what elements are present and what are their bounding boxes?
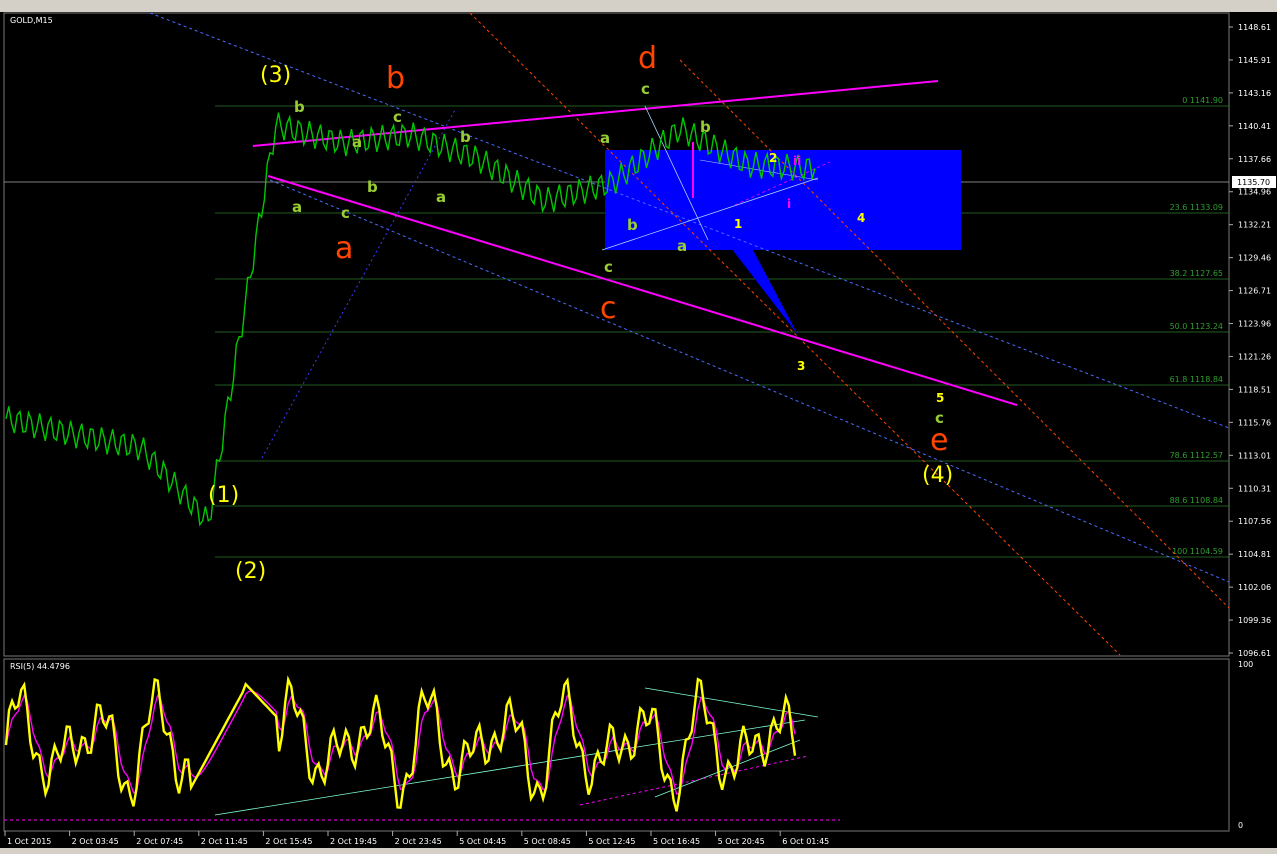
roman-i-label: i (787, 197, 791, 211)
time-tick-label: 2 Oct 19:45 (330, 837, 377, 846)
time-tick-label: 2 Oct 11:45 (201, 837, 248, 846)
rsi-trendline-2 (644, 687, 819, 718)
minor-a-5: a (677, 237, 687, 255)
target-zone-box (605, 150, 961, 250)
minor-c-5: c (935, 409, 944, 427)
time-axis: 1 Oct 2015 2 Oct 03:45 2 Oct 07:45 2 Oct 11… (4, 831, 829, 846)
current-price-label: 1135.70 (1237, 178, 1270, 187)
price-tick-label: 1137.66 (1238, 155, 1271, 164)
sub-wave-1: 1 (734, 217, 742, 231)
minor-a-3: a (436, 188, 446, 206)
fib-label: 0 1141.90 (1182, 96, 1223, 105)
price-tick-label: 1110.31 (1238, 484, 1271, 493)
wave-2-label: (2) (235, 559, 266, 584)
price-tick-label: 1140.41 (1238, 122, 1271, 131)
minor-a-4: a (600, 129, 610, 147)
minor-c-1: c (341, 204, 350, 222)
minor-c-4: c (604, 258, 613, 276)
minor-a-1: a (292, 198, 302, 216)
rsi-moving-average (5, 690, 796, 795)
minor-b-1: b (294, 98, 305, 116)
wave-c-label: c (600, 291, 617, 326)
orange-channel-line-2 (679, 59, 1230, 609)
time-tick-label: 1 Oct 2015 (7, 837, 51, 846)
time-tick-label: 5 Oct 08:45 (524, 837, 571, 846)
fib-label: 23.6 1133.09 (1170, 203, 1223, 212)
time-tick-label: 5 Oct 04:45 (459, 837, 506, 846)
rsi-axis: 100 0 (1238, 660, 1253, 830)
price-tick-label: 1132.21 (1238, 221, 1271, 230)
time-tick-label: 2 Oct 03:45 (72, 837, 119, 846)
rsi-label: RSI(5) 44.4796 (10, 662, 70, 671)
time-tick-label: 2 Oct 15:45 (265, 837, 312, 846)
minor-b-3: b (460, 128, 471, 146)
price-tick-label: 1118.51 (1238, 385, 1271, 394)
rsi-support-line (579, 755, 809, 806)
price-tick-label: 1123.96 (1238, 320, 1271, 329)
window-bottom-bar (0, 848, 1277, 854)
wave-3-label: (3) (260, 63, 291, 88)
time-tick-label: 5 Oct 12:45 (588, 837, 635, 846)
sub-wave-2: 2 (769, 151, 777, 165)
orange-channel-line-1 (469, 12, 1121, 656)
chart-area[interactable]: 0 1141.90 23.6 1133.09 38.2 1127.65 50.0 11… (0, 0, 1277, 854)
sub-wave-4: 4 (857, 211, 865, 225)
wave-1-label: (1) (208, 483, 239, 508)
minor-c-2: c (393, 108, 402, 126)
price-tick-label: 1115.76 (1238, 418, 1271, 427)
roman-ii-label: ii (793, 154, 801, 168)
price-tick-label: 1143.16 (1238, 89, 1271, 98)
wave-b-label: b (386, 61, 405, 96)
price-tick-label: 1096.61 (1238, 649, 1271, 658)
wave-e-label: e (930, 423, 948, 458)
fib-label: 78.6 1112.57 (1170, 451, 1223, 460)
price-tick-label: 1145.91 (1238, 56, 1271, 65)
price-axis: 1148.61 1145.91 1143.16 1140.41 1137.66 1134.… (1229, 23, 1271, 658)
price-tick-label: 1129.46 (1238, 254, 1271, 263)
minor-c-3: c (641, 80, 650, 98)
wave-d-label: d (638, 41, 657, 76)
price-tick-label: 1104.81 (1238, 550, 1271, 559)
rsi-tick-label: 100 (1238, 660, 1253, 669)
rsi-tick-label: 0 (1238, 821, 1243, 830)
fib-label: 88.6 1108.84 (1170, 496, 1223, 505)
main-panel-border (3, 12, 1230, 657)
time-tick-label: 5 Oct 20:45 (718, 837, 765, 846)
minor-b-2: b (367, 178, 378, 196)
price-tick-label: 1121.26 (1238, 352, 1271, 361)
sub-wave-5: 5 (936, 391, 944, 405)
time-tick-label: 5 Oct 16:45 (653, 837, 700, 846)
time-tick-label: 2 Oct 23:45 (395, 837, 442, 846)
fib-label: 100 1104.59 (1172, 547, 1223, 556)
wave-a-label: a (335, 231, 353, 266)
sub-wave-3: 3 (797, 359, 805, 373)
fib-label: 38.2 1127.65 (1170, 269, 1223, 278)
price-tick-label: 1102.06 (1238, 583, 1271, 592)
minor-a-2: a (352, 133, 362, 151)
price-tick-label: 1107.56 (1238, 517, 1271, 526)
fib-label: 50.0 1123.24 (1170, 322, 1223, 331)
price-tick-label: 1099.36 (1238, 616, 1271, 625)
minor-b-5: b (627, 216, 638, 234)
price-tick-label: 1126.71 (1238, 287, 1271, 296)
fib-label: 61.8 1118.84 (1170, 375, 1223, 384)
wave-4-label: (4) (922, 463, 953, 488)
time-tick-label: 6 Oct 01:45 (782, 837, 829, 846)
price-tick-label: 1148.61 (1238, 23, 1271, 32)
price-tick-label: 1134.96 (1238, 188, 1271, 197)
minor-b-4: b (700, 118, 711, 136)
time-tick-label: 2 Oct 07:45 (136, 837, 183, 846)
rising-line (261, 109, 456, 459)
symbol-label: GOLD,M15 (10, 16, 53, 25)
price-tick-label: 1113.01 (1238, 451, 1271, 460)
